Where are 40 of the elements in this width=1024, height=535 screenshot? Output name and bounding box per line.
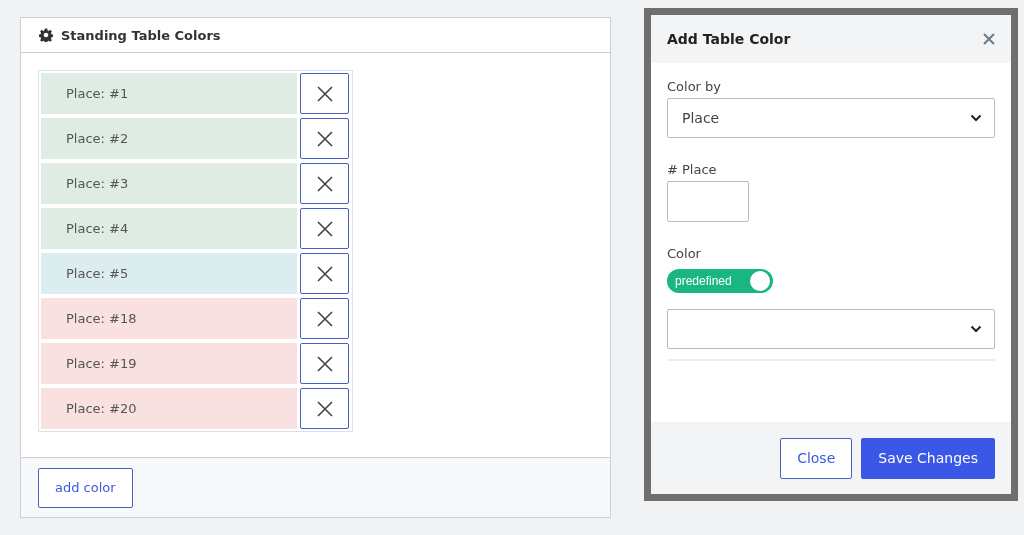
- dialog-title: Add Table Color: [667, 31, 791, 47]
- color-row-label: Place: #3: [41, 163, 297, 204]
- remove-button[interactable]: [300, 118, 349, 159]
- color-by-select[interactable]: Place: [667, 98, 995, 138]
- chevron-down-icon: [970, 325, 982, 333]
- remove-button[interactable]: [300, 388, 349, 429]
- gear-icon: [39, 28, 53, 42]
- color-row-label: Place: #20: [41, 388, 297, 429]
- close-icon: [983, 33, 995, 45]
- color-row-label: Place: #1: [41, 73, 297, 114]
- close-button[interactable]: Close: [780, 437, 853, 479]
- color-row-label: Place: #18: [41, 298, 297, 339]
- panel-title: Standing Table Colors: [61, 27, 221, 43]
- field-label: Color: [667, 246, 702, 261]
- color-select[interactable]: [667, 309, 995, 349]
- color-row-label: Place: #19: [41, 343, 297, 384]
- close-icon: [316, 175, 333, 192]
- remove-button[interactable]: [300, 73, 349, 114]
- field-label: # Place: [667, 162, 718, 177]
- color-row-label: Place: #5: [41, 253, 297, 294]
- color-row-label: Place: #4: [41, 208, 297, 249]
- close-icon: [316, 265, 333, 282]
- close-icon: [316, 220, 333, 237]
- close-icon: [316, 400, 333, 417]
- remove-button[interactable]: [300, 298, 349, 339]
- remove-button[interactable]: [300, 343, 349, 384]
- save-button[interactable]: Save Changes: [861, 437, 995, 479]
- color-row-label: Place: #2: [41, 118, 297, 159]
- close-icon: [316, 130, 333, 147]
- chevron-down-icon: [970, 114, 982, 122]
- remove-button[interactable]: [300, 253, 349, 294]
- close-icon: [316, 85, 333, 102]
- close-icon: [316, 310, 333, 327]
- add-color-button[interactable]: add color: [38, 467, 133, 508]
- remove-button[interactable]: [300, 208, 349, 249]
- remove-button[interactable]: [300, 163, 349, 204]
- place-input[interactable]: [667, 181, 749, 222]
- close-button[interactable]: [983, 33, 995, 45]
- field-label: Color by: [667, 79, 723, 94]
- close-icon: [316, 355, 333, 372]
